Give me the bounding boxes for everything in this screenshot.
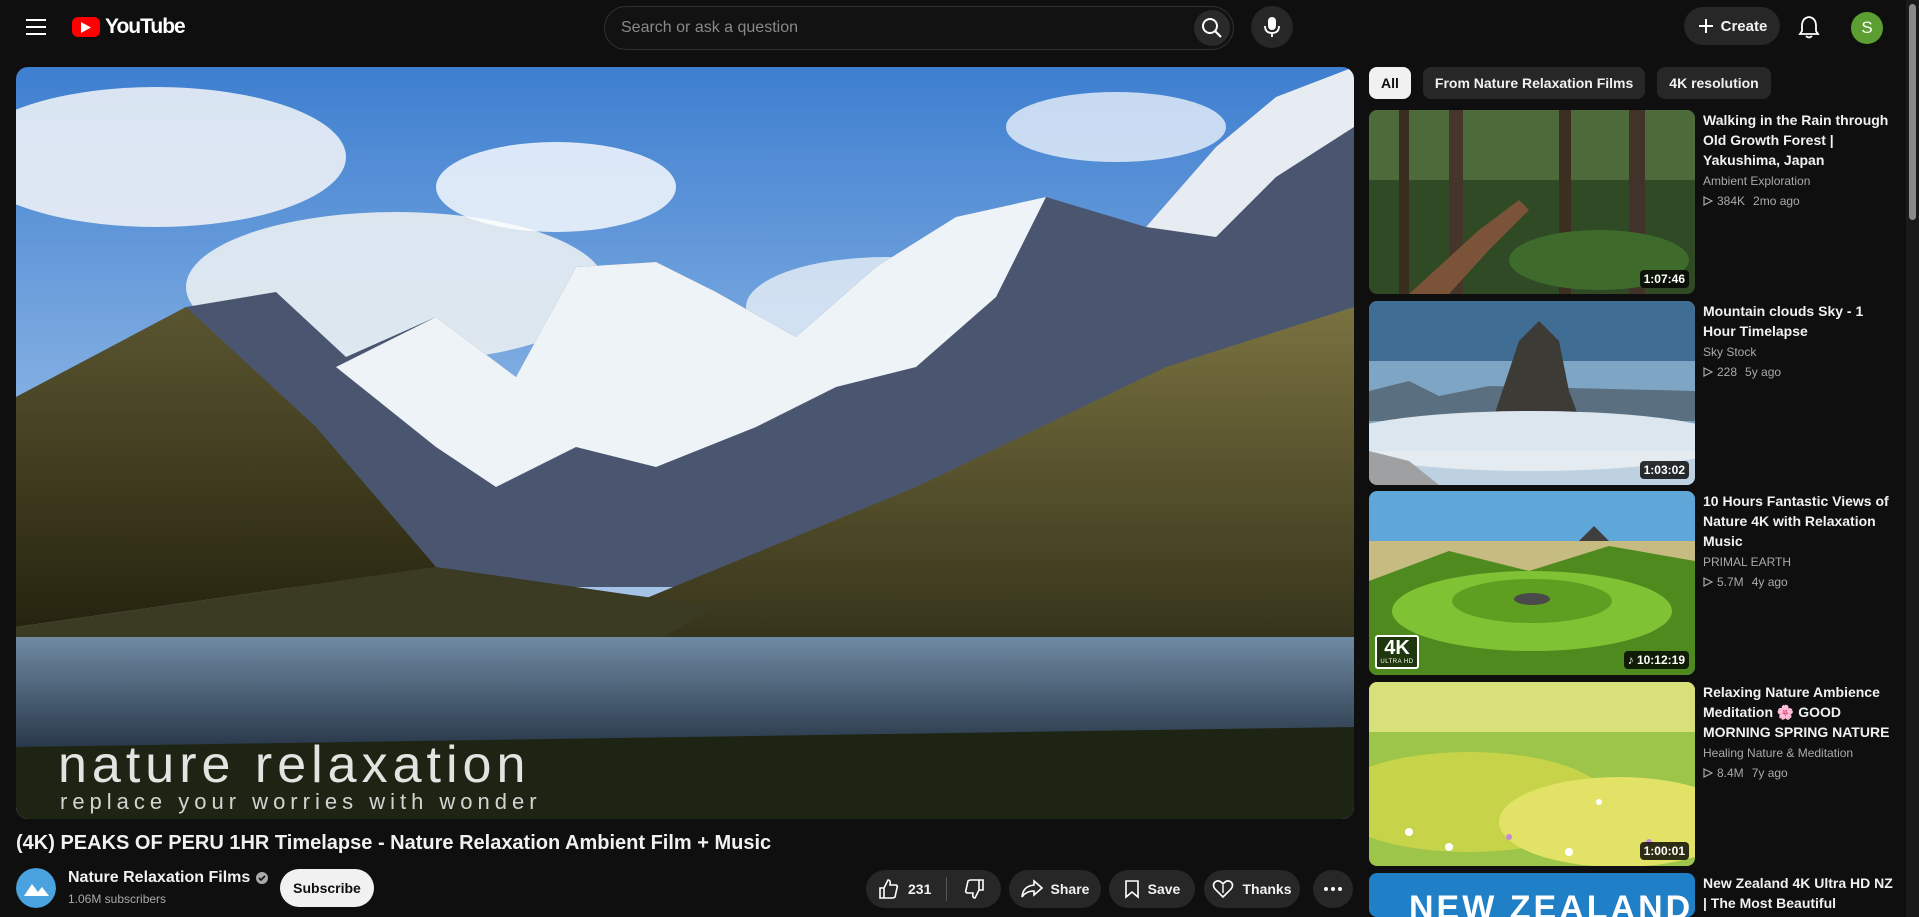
- video-thumbnail: NEW ZEALAND: [1369, 873, 1695, 917]
- top-bar: YouTube Create S: [0, 0, 1919, 54]
- video-frame-mountains: [16, 67, 1354, 819]
- recommendation-meta: 5.7M 4y ago: [1703, 575, 1788, 589]
- recommendation-channel: Healing Nature & Meditation: [1703, 746, 1854, 760]
- scrollbar-thumb[interactable]: [1909, 4, 1916, 220]
- view-count: 384K: [1717, 194, 1746, 208]
- recommendation-title: New Zealand 4K Ultra HD NZ | The Most Be…: [1703, 875, 1893, 911]
- recommendation-item[interactable]: 1:03:02 Mountain clouds Sky - 1 Hour Tim…: [1369, 301, 1909, 485]
- share-label: Share: [1050, 881, 1090, 897]
- save-label: Save: [1147, 881, 1181, 897]
- subscriber-count: 1.06M subscribers: [68, 892, 167, 906]
- create-label: Create: [1720, 17, 1768, 35]
- user-avatar[interactable]: S: [1851, 12, 1883, 44]
- dislike-button[interactable]: [947, 870, 1001, 908]
- youtube-logo[interactable]: YouTube: [72, 14, 186, 40]
- thanks-button[interactable]: Thanks: [1204, 870, 1300, 908]
- view-count: 228: [1717, 365, 1738, 379]
- scrollbar[interactable]: [1906, 0, 1919, 917]
- play-count-icon: [1703, 196, 1713, 206]
- video-overlay-title: nature relaxation: [58, 736, 531, 794]
- ultra-hd-label: ULTRA HD: [1380, 659, 1414, 665]
- play-count-icon: [1703, 768, 1713, 778]
- duration-text: 10:12:19: [1636, 653, 1685, 667]
- channel-name-text: Nature Relaxation Films: [68, 869, 251, 886]
- view-count: 8.4M: [1717, 766, 1744, 780]
- subscribe-button[interactable]: Subscribe: [280, 869, 374, 907]
- thumbnail-text: NEW ZEALAND: [1409, 889, 1694, 917]
- play-count-icon: [1703, 577, 1713, 587]
- play-count-icon: [1703, 367, 1713, 377]
- search-box: [604, 6, 1234, 50]
- bookmark-icon: [1124, 880, 1139, 899]
- duration-badge: ♪ 10:12:19: [1623, 651, 1689, 669]
- play-logo-icon: [72, 17, 100, 37]
- upload-age: 7y ago: [1751, 766, 1788, 780]
- recommendation-channel: Ambient Exploration: [1703, 174, 1811, 188]
- search-input[interactable]: [605, 7, 1165, 49]
- more-actions-icon[interactable]: [1313, 870, 1353, 908]
- like-dislike-group: 231: [866, 870, 1001, 908]
- search-icon[interactable]: [1194, 10, 1230, 46]
- recommendation-meta: 8.4M 7y ago: [1703, 766, 1788, 780]
- heart-dollar-icon: [1213, 880, 1234, 899]
- duration-badge: 1:07:46: [1639, 270, 1689, 288]
- upload-age: 4y ago: [1751, 575, 1788, 589]
- recommendation-item[interactable]: NEW ZEALAND New Zealand 4K Ultra HD NZ |…: [1369, 873, 1909, 917]
- video-thumbnail: 4K ULTRA HD ♪ 10:12:19: [1369, 491, 1695, 675]
- menu-icon[interactable]: [18, 11, 54, 43]
- verified-icon: [256, 872, 269, 884]
- recommendation-title: Walking in the Rain through Old Growth F…: [1703, 112, 1889, 168]
- share-icon: [1020, 879, 1043, 898]
- like-count: 231: [908, 881, 932, 897]
- recommendation-meta: 228 5y ago: [1703, 365, 1781, 379]
- video-player[interactable]: nature relaxation replace your worries w…: [16, 67, 1354, 819]
- 4k-ultra-hd-badge: 4K ULTRA HD: [1375, 635, 1419, 669]
- recommendation-title: Relaxing Nature Ambience Meditation 🌸 GO…: [1703, 684, 1890, 740]
- 4k-label: 4K: [1384, 637, 1410, 659]
- channel-avatar[interactable]: [16, 868, 56, 908]
- filter-chips: All From Nature Relaxation Films 4K reso…: [1369, 67, 1771, 99]
- upload-age: 2mo ago: [1753, 194, 1800, 208]
- microphone-icon[interactable]: [1251, 6, 1293, 48]
- notifications-bell-icon[interactable]: [1789, 7, 1829, 47]
- thumbs-down-icon: [964, 879, 984, 899]
- recommendation-title: Mountain clouds Sky - 1 Hour Timelapse: [1703, 303, 1864, 339]
- thanks-label: Thanks: [1242, 881, 1292, 897]
- thumbs-up-icon: [879, 879, 899, 899]
- recommendation-channel: PRIMAL EARTH: [1703, 555, 1792, 569]
- recommendation-meta: 384K 2mo ago: [1703, 194, 1800, 208]
- duration-badge: 1:00:01: [1639, 842, 1689, 860]
- recommendation-item[interactable]: 1:00:01 Relaxing Nature Ambience Meditat…: [1369, 682, 1909, 866]
- video-thumbnail: 1:00:01: [1369, 682, 1695, 866]
- recommendation-channel: Sky Stock: [1703, 345, 1757, 359]
- channel-name[interactable]: Nature Relaxation Films: [68, 869, 269, 887]
- recommendation-item[interactable]: 4K ULTRA HD ♪ 10:12:19 10 Hours Fantasti…: [1369, 491, 1909, 675]
- duration-badge: 1:03:02: [1639, 461, 1689, 479]
- logo-text: YouTube: [105, 15, 186, 38]
- share-button[interactable]: Share: [1009, 870, 1101, 908]
- video-thumbnail: 1:07:46: [1369, 110, 1695, 294]
- recommendation-item[interactable]: 1:07:46 Walking in the Rain through Old …: [1369, 110, 1909, 294]
- chip-4k-resolution[interactable]: 4K resolution: [1657, 67, 1771, 99]
- video-overlay-subtitle: replace your worries with wonder: [60, 789, 542, 814]
- create-button[interactable]: Create: [1684, 7, 1780, 45]
- save-button[interactable]: Save: [1109, 870, 1195, 908]
- upload-age: 5y ago: [1745, 365, 1782, 379]
- chip-from-channel[interactable]: From Nature Relaxation Films: [1422, 67, 1646, 99]
- view-count: 5.7M: [1717, 575, 1744, 589]
- plus-icon: [1698, 19, 1713, 33]
- video-thumbnail: 1:03:02: [1369, 301, 1695, 485]
- video-title: (4K) PEAKS OF PERU 1HR Timelapse - Natur…: [16, 832, 772, 854]
- recommendation-title: 10 Hours Fantastic Views of Nature 4K wi…: [1703, 493, 1889, 549]
- like-button[interactable]: 231: [866, 870, 946, 908]
- chip-all[interactable]: All: [1369, 67, 1411, 99]
